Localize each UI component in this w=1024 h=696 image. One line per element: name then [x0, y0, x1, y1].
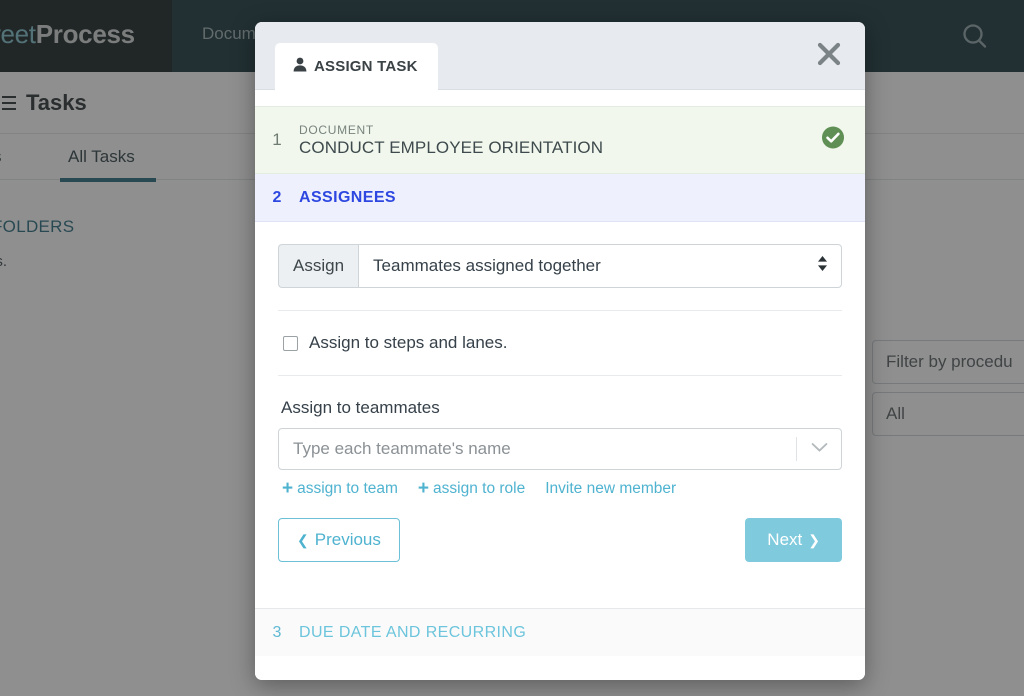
modal-header: ASSIGN TASK [255, 22, 865, 90]
teammates-input[interactable]: Type each teammate's name [278, 428, 842, 470]
step-1-body: DOCUMENT CONDUCT EMPLOYEE ORIENTATION [299, 123, 603, 158]
assign-mode-group: Assign Teammates assigned together [278, 244, 842, 288]
modal-footer [255, 656, 865, 680]
assign-steps-lanes-checkbox[interactable] [283, 335, 298, 351]
wizard-buttons: ❮ Previous Next ❯ [278, 498, 842, 562]
assign-to-role-link[interactable]: + assign to role [418, 479, 525, 498]
step-1-document[interactable]: 1 DOCUMENT CONDUCT EMPLOYEE ORIENTATION [255, 106, 865, 174]
next-button[interactable]: Next ❯ [745, 518, 842, 562]
check-circle-icon [821, 126, 845, 155]
assign-shortcut-links: + assign to team + assign to role Invite… [278, 470, 842, 498]
assign-steps-lanes-row[interactable]: Assign to steps and lanes. [278, 311, 842, 375]
step-3-label: DUE DATE AND RECURRING [299, 623, 527, 641]
chevron-right-icon: ❯ [808, 531, 820, 548]
step-2-number: 2 [272, 188, 282, 206]
step-2-label: ASSIGNEES [299, 188, 396, 206]
plus-icon: + [417, 478, 430, 499]
chevron-down-icon[interactable] [811, 440, 828, 458]
next-button-label: Next [767, 530, 803, 549]
plus-icon: + [282, 478, 294, 499]
step-1-kicker: DOCUMENT [299, 122, 374, 137]
invite-new-member-link[interactable]: Invite new member [545, 480, 676, 498]
assign-label-addon: Assign [278, 244, 359, 288]
tab-assign-task-label: ASSIGN TASK [314, 58, 418, 75]
assign-task-modal: ASSIGN TASK 1 DOCUMENT CONDUCT EMPLOYEE … [255, 22, 865, 680]
chevron-left-icon: ❮ [297, 531, 309, 548]
assign-to-team-label: assign to team [297, 479, 398, 497]
step-1-title: CONDUCT EMPLOYEE ORIENTATION [299, 137, 604, 157]
invite-new-member-label: Invite new member [545, 479, 677, 497]
assign-to-teammates-label: Assign to teammates [281, 398, 440, 417]
modal-top-spacer [255, 90, 865, 106]
assign-to-team-link[interactable]: + assign to team [282, 479, 398, 498]
teammates-placeholder: Type each teammate's name [293, 439, 511, 458]
assign-to-role-label: assign to role [433, 479, 526, 497]
person-icon [293, 57, 307, 77]
assign-mode-select[interactable]: Teammates assigned together [358, 244, 842, 288]
step-1-number: 1 [272, 130, 282, 149]
select-arrows-icon [817, 255, 828, 277]
assign-steps-lanes-label: Assign to steps and lanes. [309, 333, 508, 352]
assignees-panel: Assign Teammates assigned together Assig… [255, 222, 865, 608]
screen: weetProcess Docum T [0, 0, 1024, 696]
step-2-assignees-header[interactable]: 2 ASSIGNEES [255, 174, 865, 222]
step-3-due-date-recurring[interactable]: 3 DUE DATE AND RECURRING [255, 608, 865, 656]
teammates-separator [796, 437, 797, 461]
previous-button-label: Previous [314, 530, 381, 549]
assign-mode-value: Teammates assigned together [373, 256, 601, 275]
tab-assign-task[interactable]: ASSIGN TASK [275, 43, 438, 90]
close-icon[interactable] [811, 36, 847, 72]
step-3-number: 3 [272, 623, 282, 641]
previous-button[interactable]: ❮ Previous [278, 518, 400, 562]
